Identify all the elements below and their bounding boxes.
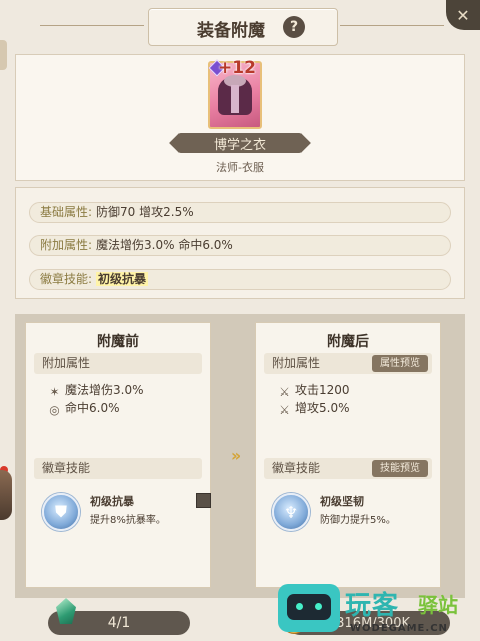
before-extra-head: 附加属性	[34, 353, 202, 374]
trident-icon[interactable]: ♆	[272, 493, 310, 531]
after-extra-head-label: 附加属性	[272, 356, 321, 370]
help-icon[interactable]: ?	[283, 16, 305, 38]
before-skill-desc: 提升8%抗暴率。	[90, 515, 166, 526]
page-title: 装备附魔	[197, 21, 265, 41]
title-plate: 装备附魔 ?	[148, 8, 338, 46]
compare-panel: 附魔前 附加属性 ✶ 魔法增伤3.0% ◎ 命中6.0% 徽章技能 ⛊ 初级抗暴 提…	[15, 314, 465, 598]
shield-icon[interactable]: ⛊	[42, 493, 80, 531]
attack-icon: ⚔	[279, 385, 290, 399]
extra-attribute-value: 魔法增伤3.0% 命中6.0%	[96, 238, 233, 252]
after-title: 附魔后	[327, 334, 369, 350]
after-card: 附魔后 附加属性 属性预览 ⚔ 攻击1200 ⚔ 增攻5.0% 徽章技能 技能预览 …	[255, 322, 441, 588]
before-stat-1-text: 魔法增伤3.0%	[65, 383, 144, 397]
accuracy-icon: ◎	[49, 403, 60, 417]
after-badge-head-label: 徽章技能	[272, 461, 321, 475]
robe-trim	[231, 85, 239, 113]
after-badge-head: 徽章技能 技能预览	[264, 458, 432, 479]
robot-eye-left	[296, 603, 303, 610]
watermark-secondary: 驿站	[418, 593, 458, 617]
item-subtitle: 法师-衣服	[216, 161, 264, 174]
watermark-sub: WODEGAME.CN	[350, 623, 448, 634]
before-stat-1: ✶ 魔法增伤3.0%	[48, 381, 144, 399]
robot-eye-right	[315, 603, 322, 610]
after-stat-2: ⚔ 增攻5.0%	[278, 399, 350, 417]
item-name: 博学之衣	[179, 133, 301, 153]
title-ornament-left	[40, 25, 144, 26]
item-panel: +12 博学之衣 法师-衣服	[15, 54, 465, 181]
enhance-level: +12	[218, 58, 256, 78]
base-attribute-label: 基础属性:	[40, 205, 93, 219]
before-title: 附魔前	[97, 334, 139, 350]
before-card: 附魔前 附加属性 ✶ 魔法增伤3.0% ◎ 命中6.0% 徽章技能 ⛊ 初级抗暴 提…	[25, 322, 211, 588]
attributes-panel: 基础属性: 防御70 增攻2.5% 附加属性: 魔法增伤3.0% 命中6.0% 徽章…	[15, 187, 465, 299]
after-stat-1-text: 攻击1200	[295, 383, 350, 397]
watermark-main: 玩客	[345, 591, 400, 621]
robot-face	[287, 594, 331, 620]
base-attribute-row: 基础属性: 防御70 增攻2.5%	[29, 202, 451, 223]
close-icon[interactable]: ✕	[446, 0, 480, 30]
title-ornament-right	[340, 25, 444, 26]
lock-checkbox[interactable]	[196, 493, 211, 508]
base-attribute-value: 防御70 增攻2.5%	[96, 205, 194, 219]
badge-skill-value: 初级抗暴	[96, 272, 149, 286]
after-stat-1: ⚔ 攻击1200	[278, 381, 350, 399]
attribute-preview-button[interactable]: 属性预览	[372, 355, 428, 372]
side-menu-handle[interactable]	[0, 470, 12, 520]
skill-preview-button[interactable]: 技能预览	[372, 460, 428, 477]
before-stat-2-text: 命中6.0%	[65, 401, 120, 415]
chevron-right-icon: ››	[231, 446, 241, 465]
magic-damage-icon: ✶	[49, 385, 60, 399]
badge-skill-label: 徽章技能:	[40, 272, 93, 286]
extra-attribute-row: 附加属性: 魔法增伤3.0% 命中6.0%	[29, 235, 451, 256]
before-stat-2: ◎ 命中6.0%	[48, 399, 120, 417]
after-extra-head: 附加属性 属性预览	[264, 353, 432, 374]
extra-attribute-label: 附加属性:	[40, 238, 93, 252]
robot-logo-icon	[278, 584, 340, 632]
after-skill-desc: 防御力提升5%。	[320, 515, 396, 526]
attack-boost-icon: ⚔	[279, 403, 290, 417]
side-tab[interactable]	[0, 40, 7, 70]
before-skill-name: 初级抗暴	[90, 495, 134, 508]
badge-skill-row: 徽章技能: 初级抗暴	[29, 269, 451, 290]
after-stat-2-text: 增攻5.0%	[295, 401, 350, 415]
after-skill-name: 初级坚韧	[320, 495, 364, 508]
before-badge-head: 徽章技能	[34, 458, 202, 479]
